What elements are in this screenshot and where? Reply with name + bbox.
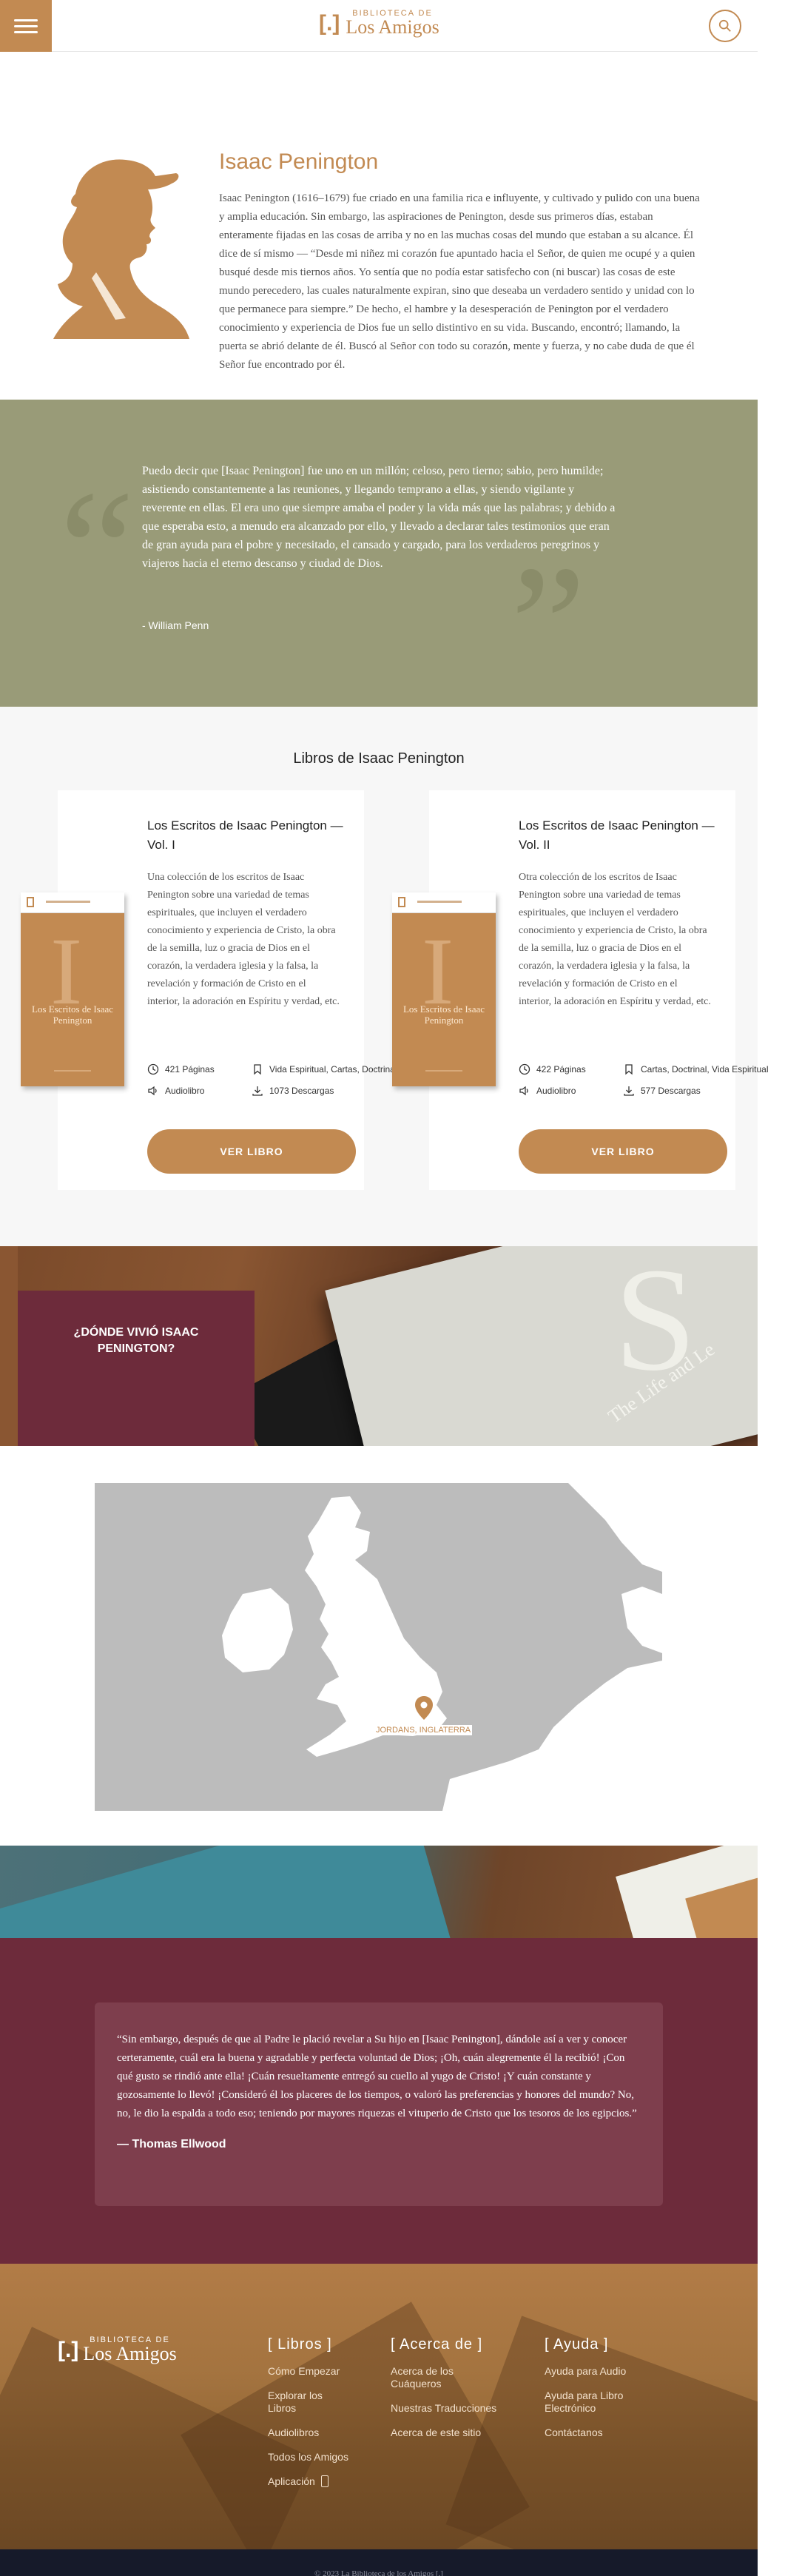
author-silhouette <box>53 159 189 339</box>
phone-icon <box>320 2475 329 2487</box>
location-map[interactable]: JORDANS, INGLATERRA <box>95 1483 662 1811</box>
map-pin-icon[interactable] <box>414 1695 434 1721</box>
view-book-button[interactable]: VER LIBRO <box>519 1129 727 1174</box>
footer-link-app[interactable]: Aplicación <box>268 2475 349 2488</box>
book-pages: 421 Páginas <box>147 1063 215 1075</box>
menu-icon-bar <box>14 30 38 33</box>
footer-link[interactable]: Acerca de este sitio <box>391 2427 496 2439</box>
audio-label: Audiolibro <box>536 1086 576 1096</box>
search-icon <box>718 19 731 32</box>
menu-icon-bar <box>14 24 38 27</box>
site-header: [.] BIBLIOTECA DE Los Amigos <box>0 0 758 52</box>
logo-mark: [.] <box>58 2337 79 2362</box>
quote-section: “ ” Puedo decir que [Isaac Penington] fu… <box>0 400 758 710</box>
download-icon <box>624 1086 634 1096</box>
audio-label: Audiolibro <box>165 1086 205 1096</box>
cover-title: Los Escritos de Isaac Penington <box>31 1003 114 1026</box>
book-title[interactable]: Los Escritos de Isaac Penington — Vol. I <box>147 816 362 855</box>
map-section: JORDANS, INGLATERRA <box>0 1446 758 1846</box>
book-description: Una colección de los escritos de Isaac P… <box>147 872 340 1007</box>
menu-icon <box>14 19 38 21</box>
book-pages: 422 Páginas <box>519 1063 586 1075</box>
logo-mark: [.] <box>319 10 340 36</box>
book-title[interactable]: Los Escritos de Isaac Penington — Vol. I… <box>519 816 733 855</box>
footer-link[interactable]: Cómo Empezar <box>268 2365 349 2378</box>
quote-author: - William Penn <box>142 619 209 631</box>
quote2-section: “Sin embargo, después de que al Padre le… <box>0 1938 758 2264</box>
tags-text: Cartas, Doctrinal, Vida Espiritual <box>641 1064 769 1075</box>
book-card: I Los Escritos de Isaac Penington Los Es… <box>392 790 769 1190</box>
footer-link[interactable]: Audiolibros <box>268 2427 349 2439</box>
downloads-count: 577 Descargas <box>641 1086 701 1096</box>
bookmark-icon <box>254 1064 261 1075</box>
footer-link[interactable]: Explorar los Libros <box>268 2390 349 2415</box>
menu-button[interactable] <box>0 0 52 52</box>
site-logo[interactable]: [.] BIBLIOTECA DE Los Amigos <box>319 10 439 37</box>
book-audio[interactable]: Audiolibro <box>519 1085 576 1097</box>
footer-link[interactable]: Nuestras Traducciones <box>391 2402 496 2415</box>
footer-col-books: [ Libros ] Cómo Empezar Explorar los Lib… <box>268 2336 349 2500</box>
book-tags: Vida Espiritual, Cartas, Doctrinal <box>252 1063 397 1075</box>
footer-link[interactable]: Acerca de los Cuáqueros <box>391 2365 472 2390</box>
book-audio[interactable]: Audiolibro <box>147 1085 204 1097</box>
author-name: Isaac Penington <box>219 149 379 174</box>
where-hero: S The Life and Le ¿DÓNDE VIVIÓ ISAAC PEN… <box>0 1246 758 1446</box>
view-book-button[interactable]: VER LIBRO <box>147 1129 356 1174</box>
site-footer: [.] BIBLIOTECA DE Los Amigos [ Libros ] … <box>0 2264 758 2549</box>
pages-icon <box>147 1063 159 1075</box>
footer-col-help: [ Ayuda ] Ayuda para Audio Ayuda para Li… <box>545 2336 626 2451</box>
book-description: Otra colección de los escritos de Isaac … <box>519 872 711 1007</box>
footer-logo-big: Los Amigos <box>83 2343 177 2364</box>
search-button[interactable] <box>709 10 741 42</box>
book-card: I Los Escritos de Isaac Penington Los Es… <box>21 790 397 1190</box>
footer-col-about: [ Acerca de ] Acerca de los Cuáqueros Nu… <box>391 2336 496 2451</box>
footer-link[interactable]: Contáctanos <box>545 2427 626 2439</box>
downloads-count: 1073 Descargas <box>269 1086 334 1096</box>
books-title: Libros de Isaac Penington <box>293 750 465 767</box>
quote2-text: “Sin embargo, después de que al Padre le… <box>117 2034 637 2119</box>
footer-col-heading: [ Acerca de ] <box>391 2336 483 2353</box>
hero-book-image <box>0 1846 462 1938</box>
footer-link[interactable]: Ayuda para Audio <box>545 2365 626 2378</box>
where-title: ¿DÓNDE VIVIÓ ISAAC PENINGTON? <box>73 1326 199 1355</box>
author-bio: Isaac Penington (1616–1679) fue criado e… <box>219 192 700 371</box>
cover-title: Los Escritos de Isaac Penington <box>402 1003 485 1026</box>
book-tags: Cartas, Doctrinal, Vida Espiritual <box>623 1063 769 1075</box>
download-icon <box>252 1086 263 1096</box>
footer-logo[interactable]: [.] BIBLIOTECA DE Los Amigos <box>58 2336 177 2364</box>
where-title-box: ¿DÓNDE VIVIÓ ISAAC PENINGTON? <box>18 1291 255 1446</box>
quote2-box: “Sin embargo, después de que al Padre le… <box>95 2002 663 2206</box>
footer-link[interactable]: Todos los Amigos <box>268 2451 349 2464</box>
book-cover[interactable]: I Los Escritos de Isaac Penington <box>392 892 496 1086</box>
logo-big-text: Los Amigos <box>346 16 439 38</box>
audio-icon <box>148 1086 157 1096</box>
quote2-hero <box>0 1846 758 1938</box>
books-section: Libros de Isaac Penington I Los Escritos… <box>0 707 769 1246</box>
book-downloads: 1073 Descargas <box>252 1085 334 1097</box>
audio-icon <box>519 1086 528 1096</box>
footer-col-heading: [ Libros ] <box>268 2336 332 2353</box>
pages-count: 422 Páginas <box>536 1064 586 1075</box>
tags-text: Vida Espiritual, Cartas, Doctrinal <box>269 1064 397 1075</box>
open-quote-icon: “ <box>59 455 135 644</box>
map-location-label: JORDANS, INGLATERRA <box>374 1725 473 1735</box>
quote-text: Puedo decir que [Isaac Penington] fue un… <box>142 465 616 570</box>
pages-icon <box>519 1063 530 1075</box>
book-downloads: 577 Descargas <box>623 1085 701 1097</box>
bookmark-icon <box>625 1064 633 1075</box>
copyright-bar: © 2023 La Biblioteca de los Amigos [.] <box>0 2549 758 2576</box>
quote2-author: — Thomas Ellwood <box>117 2138 226 2150</box>
author-section: Isaac Penington Isaac Penington (1616–16… <box>0 52 758 400</box>
book-cover[interactable]: I Los Escritos de Isaac Penington <box>21 892 124 1086</box>
pages-count: 421 Páginas <box>165 1064 215 1075</box>
footer-link[interactable]: Ayuda para Libro Electrónico <box>545 2390 626 2415</box>
copyright-text: © 2023 La Biblioteca de los Amigos [.] <box>314 2569 443 2576</box>
footer-col-heading: [ Ayuda ] <box>545 2336 609 2353</box>
